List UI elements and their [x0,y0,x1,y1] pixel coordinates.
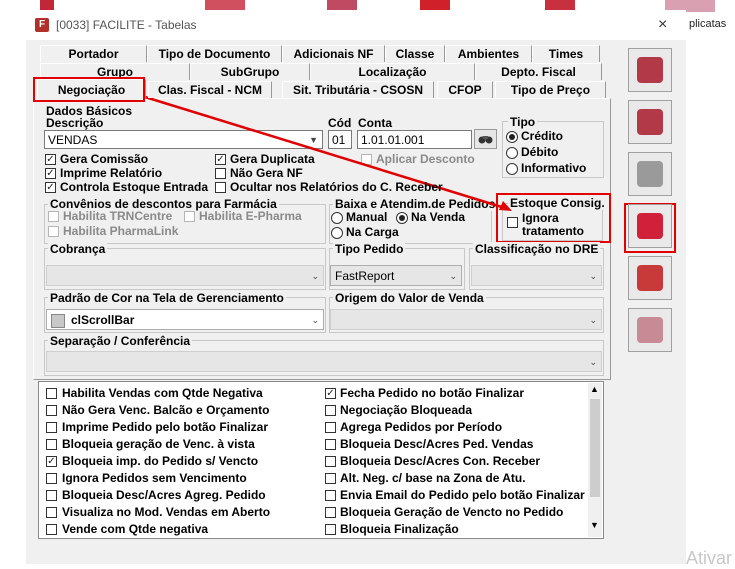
tipo-radio-1[interactable] [506,147,518,159]
list-left-checkbox-5[interactable] [46,473,57,484]
save-icon [637,57,663,83]
trash-icon [637,109,663,135]
list-left-label: Vende com Qtde negativa [62,522,209,536]
list-left-checkbox-4[interactable]: ✓ [46,456,57,467]
tab-1[interactable]: Tipo de Documento [147,45,282,62]
list-right-label: Negociação Bloqueada [340,403,473,417]
convenio-checkbox-0[interactable] [48,211,59,222]
convenio-checkbox-1[interactable] [184,211,195,222]
activation-watermark: Ativar [686,548,733,568]
list-right-label: Bloqueia Desc/Acres Ped. Vendas [340,437,534,451]
list-left-checkbox-6[interactable] [46,490,57,501]
list-right-label: Agrega Pedidos por Período [340,420,503,434]
list-left-checkbox-1[interactable] [46,405,57,416]
baixa-option-label: Na Venda [411,210,466,224]
highlight-negociacao-tab [33,77,145,102]
gears-icon [637,317,663,343]
tab-4[interactable]: Ambientes [445,45,532,62]
list-left-label: Visualiza no Mod. Vendas em Aberto [62,505,271,519]
tab-5[interactable]: Times [532,45,600,62]
tab-r2-2[interactable]: Localização [310,63,475,80]
list-left-checkbox-0[interactable] [46,388,57,399]
list-right-checkbox-6[interactable] [325,490,336,501]
printer-button[interactable] [628,152,672,196]
list-left-checkbox-3[interactable] [46,439,57,450]
list-right-label: Bloqueia Geração de Vencto no Pedido [340,505,564,519]
convenio-checkbox-2[interactable] [48,226,59,237]
tipo-option-label: Débito [521,145,559,159]
check-mid-label: Ocultar nos Relatórios do C. Receber [230,180,443,194]
list-left-label: Imprime Pedido pelo botão Finalizar [62,420,269,434]
tab-r3-2[interactable]: Sit. Tributária - CSOSN [282,81,434,98]
list-right-label: Bloqueia Finalização [340,522,459,536]
baixa-radio-0[interactable] [331,212,343,224]
list-right-checkbox-0[interactable]: ✓ [325,388,336,399]
tab-r3-4[interactable]: Tipo de Preço [495,81,606,98]
list-right-checkbox-1[interactable] [325,405,336,416]
list-left-label: Habilita Vendas com Qtde Negativa [62,386,263,400]
list-right-label: Fecha Pedido no botão Finalizar [340,386,525,400]
check-left-label: Controla Estoque Entrada [60,180,209,194]
exit-door-button[interactable] [628,204,672,248]
trash-button[interactable] [628,100,672,144]
check-mid-2[interactable] [215,182,226,193]
save-button[interactable] [628,48,672,92]
tab-r2-1[interactable]: SubGrupo [190,63,310,80]
list-left-label: Bloqueia imp. do Pedido s/ Vencto [62,454,259,468]
list-left-checkbox-8[interactable] [46,524,57,535]
baixa-option-label: Na Carga [346,225,399,239]
baixa-radio-1[interactable] [396,212,408,224]
convenio-label: Habilita PharmaLink [63,224,179,238]
check-mid-label: Não Gera NF [230,166,303,180]
check-mid-0[interactable]: ✓ [215,154,226,165]
lifebuoy-button[interactable] [628,256,672,300]
list-right-label: Envia Email do Pedido pelo botão Finaliz… [340,488,585,502]
list-left-checkbox-7[interactable] [46,507,57,518]
tipo-radio-0[interactable] [506,131,518,143]
tab-r3-1[interactable]: Clas. Fiscal - NCM [148,81,272,98]
tipo-option-label: Informativo [521,161,587,175]
tab-r3-3[interactable]: CFOP [437,81,493,98]
tipo-radio-2[interactable] [506,163,518,175]
list-right-checkbox-4[interactable] [325,456,336,467]
list-right-checkbox-7[interactable] [325,507,336,518]
check-left-0[interactable]: ✓ [45,154,56,165]
check-left-label: Gera Comissão [60,152,149,166]
list-right-checkbox-3[interactable] [325,439,336,450]
exit-door-icon [637,213,663,239]
printer-icon [637,161,663,187]
list-left-checkbox-2[interactable] [46,422,57,433]
list-left-label: Bloqueia Desc/Acres Agreg. Pedido [62,488,266,502]
tipo-option-label: Crédito [521,129,563,143]
convenio-label: Habilita TRNCentre [63,209,173,223]
list-left-label: Ignora Pedidos sem Vencimento [62,471,247,485]
list-right-label: Alt. Neg. c/ base na Zona de Atu. [340,471,526,485]
convenio-label: Habilita E-Pharma [199,209,302,223]
check-left-2[interactable]: ✓ [45,182,56,193]
tab-r2-3[interactable]: Depto. Fiscal [475,63,602,80]
gears-button[interactable] [628,308,672,352]
list-right-checkbox-2[interactable] [325,422,336,433]
check-left-1[interactable]: ✓ [45,168,56,179]
tab-2[interactable]: Adicionais NF [282,45,385,62]
baixa-radio-2[interactable] [331,227,343,239]
check-mid-label: Gera Duplicata [230,152,315,166]
tab-0[interactable]: Portador [40,45,147,62]
baixa-option-label: Manual [346,210,388,224]
tab-3[interactable]: Classe [385,45,445,62]
check-mid-1[interactable] [215,168,226,179]
list-right-label: Bloqueia Desc/Acres Con. Receber [340,454,541,468]
list-left-label: Não Gera Venc. Balcão e Orçamento [62,403,270,417]
list-left-label: Bloqueia geração de Venc. à vista [62,437,255,451]
list-right-checkbox-8[interactable] [325,524,336,535]
check-left-label: Imprime Relatório [60,166,163,180]
list-right-checkbox-5[interactable] [325,473,336,484]
lifebuoy-icon [637,265,663,291]
